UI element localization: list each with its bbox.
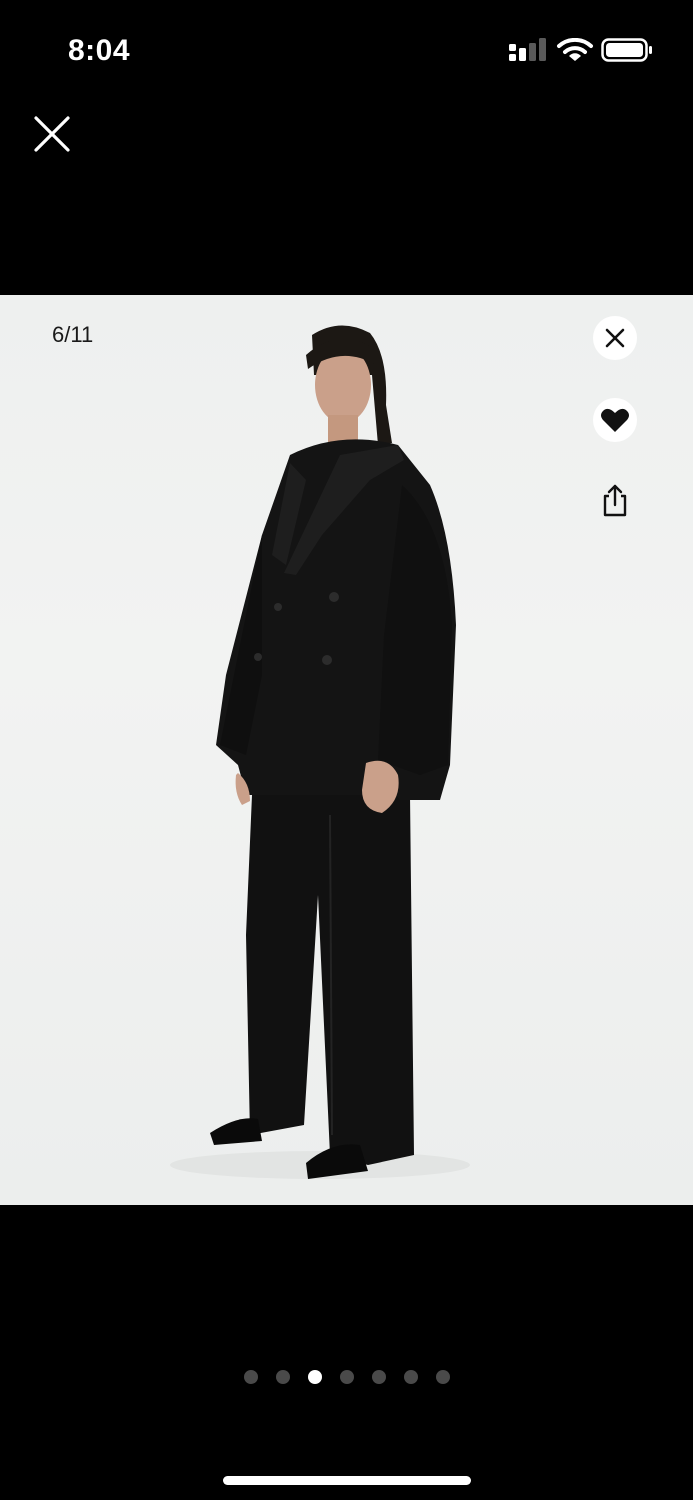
image-viewer-screen: 8:04 6/11 xyxy=(0,0,693,1500)
cellular-signal-icon xyxy=(509,38,546,61)
image-counter: 6/11 xyxy=(52,322,94,347)
close-icon xyxy=(605,328,625,348)
page-dot[interactable] xyxy=(403,1370,418,1384)
home-indicator[interactable] xyxy=(223,1476,471,1485)
status-icons xyxy=(509,37,659,72)
page-dot[interactable] xyxy=(371,1370,386,1384)
page-indicator xyxy=(0,1368,693,1386)
page-dot[interactable] xyxy=(275,1370,290,1384)
heart-icon xyxy=(601,408,629,432)
close-photo-button[interactable] xyxy=(593,316,637,360)
page-dot[interactable] xyxy=(339,1370,354,1384)
status-bar: 8:04 xyxy=(0,0,693,100)
close-icon xyxy=(34,116,70,152)
share-button[interactable] xyxy=(593,479,637,523)
battery-icon xyxy=(601,38,652,62)
wifi-icon xyxy=(557,37,593,61)
model-wearing-coat-image xyxy=(170,325,470,1179)
favorite-button[interactable] xyxy=(593,398,637,442)
share-icon xyxy=(603,484,627,517)
page-dot[interactable] xyxy=(243,1370,258,1384)
page-dot-active[interactable] xyxy=(307,1370,322,1384)
viewer-close-button[interactable] xyxy=(30,112,74,156)
product-photo[interactable]: 6/11 xyxy=(0,295,693,1205)
page-dot[interactable] xyxy=(435,1370,450,1384)
status-time: 8:04 xyxy=(68,34,131,67)
